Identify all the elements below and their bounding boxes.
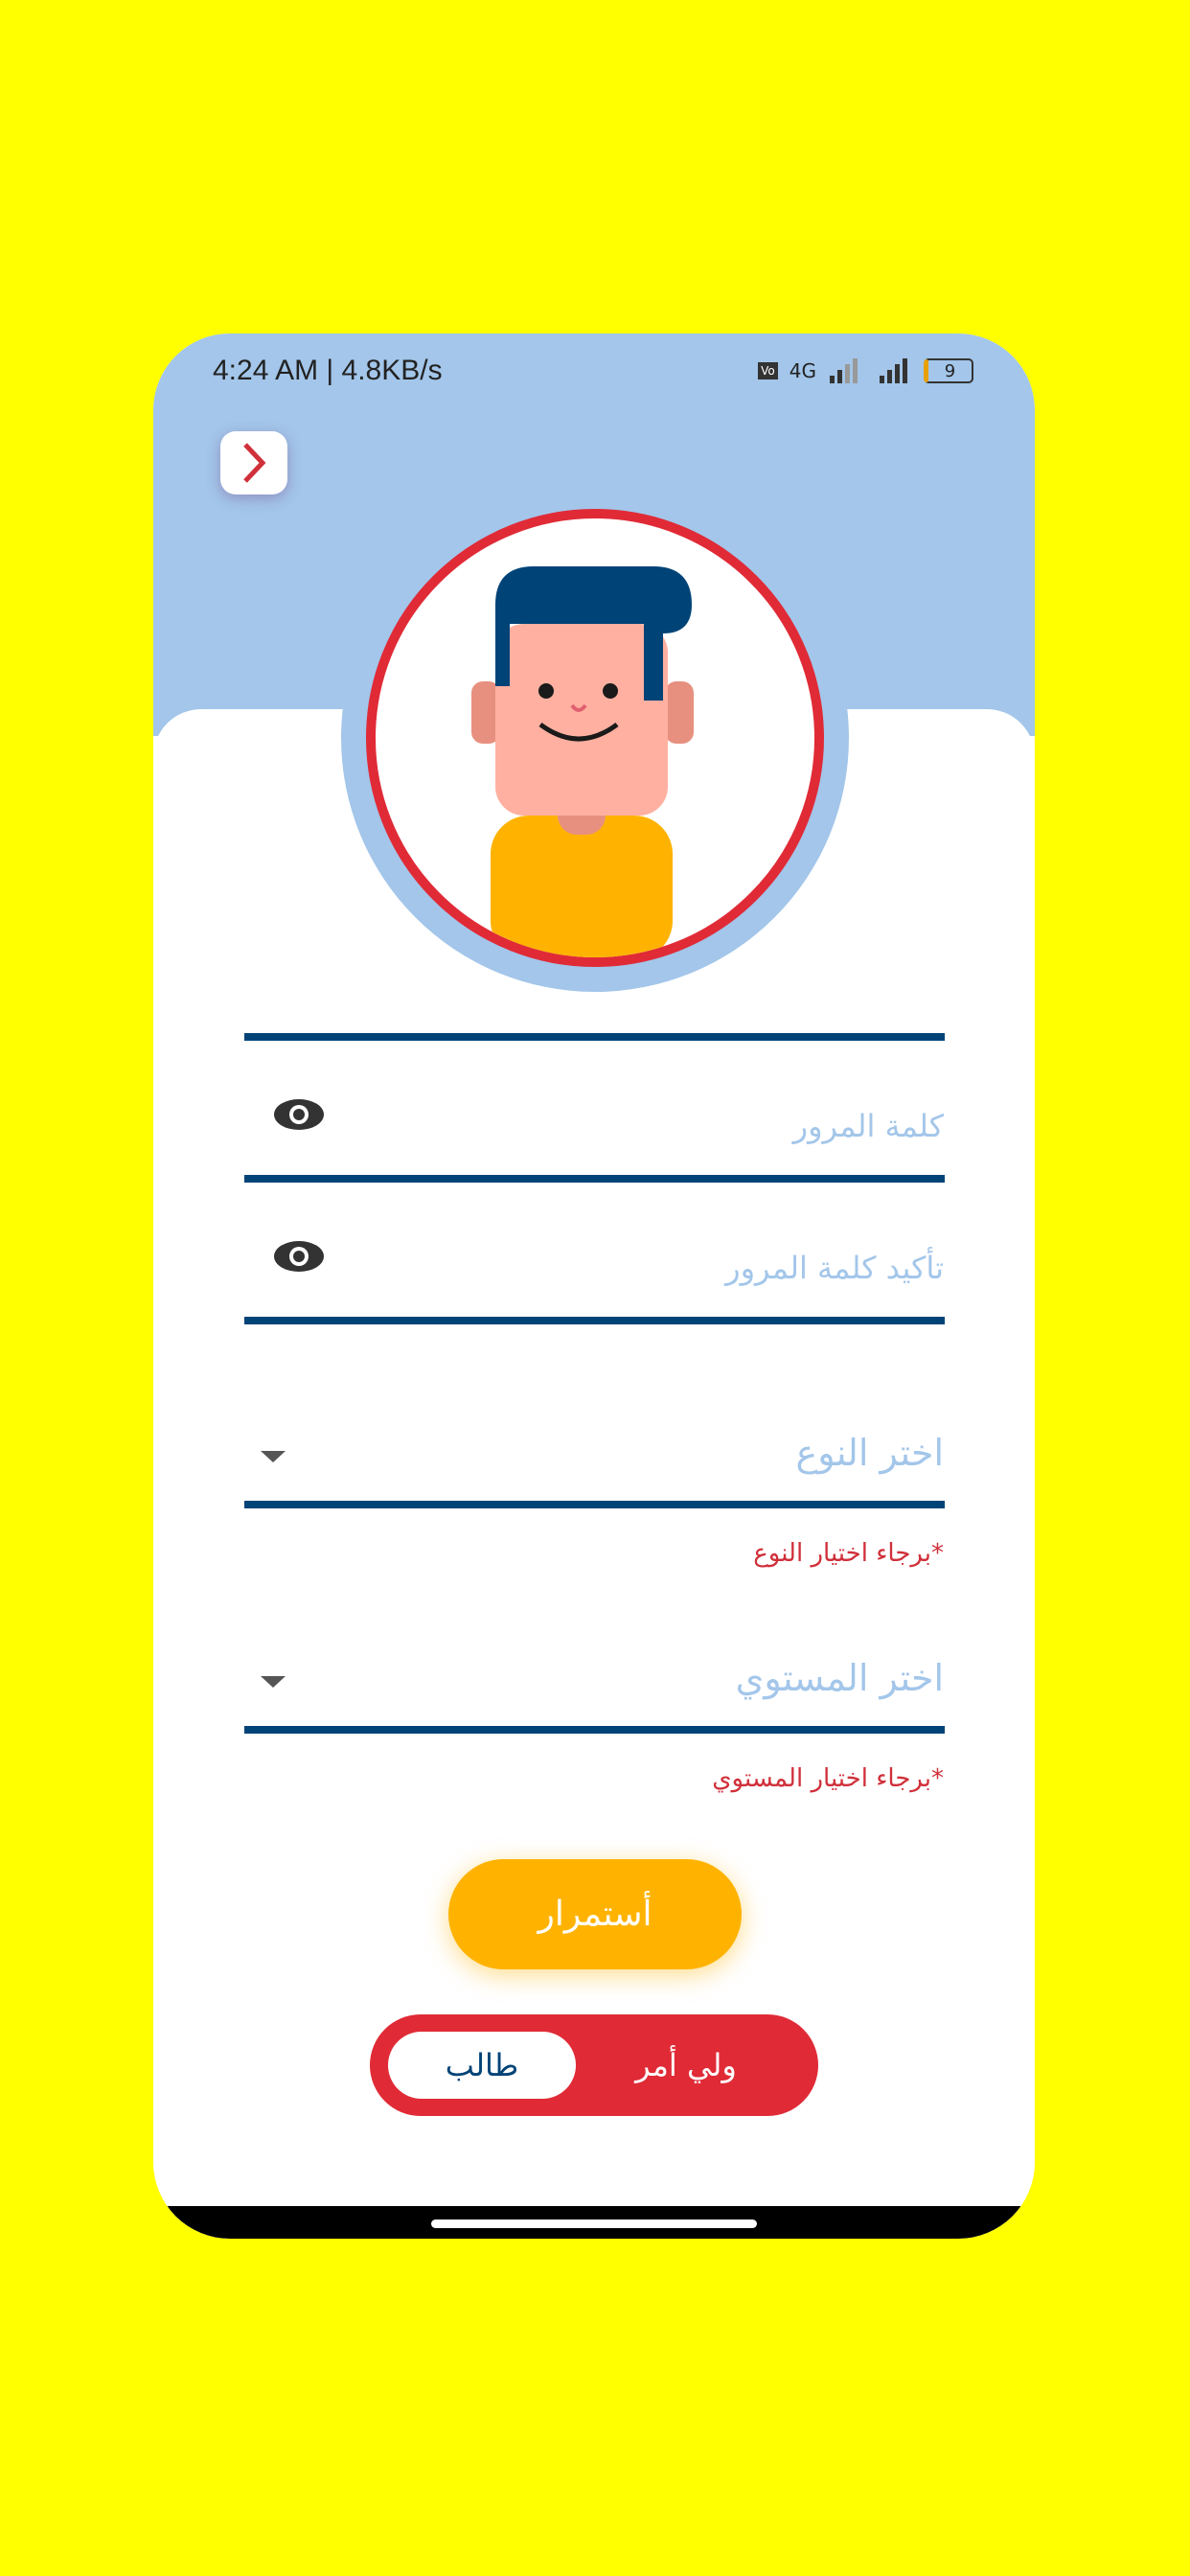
network-label: 4G — [789, 359, 816, 382]
caret-down-icon[interactable] — [261, 1451, 286, 1462]
navigation-bar — [153, 2206, 1035, 2239]
volte-icon: Vo — [758, 362, 778, 380]
role-option-parent[interactable]: ولي أمر — [592, 2032, 780, 2099]
eye-icon[interactable] — [273, 1239, 325, 1274]
avatar — [341, 484, 849, 992]
eye-icon[interactable] — [273, 1097, 325, 1132]
dropdown-underline — [244, 1726, 945, 1734]
boy-avatar-icon — [471, 566, 694, 957]
level-error: *برجاء اختيار المستوي — [712, 1764, 944, 1793]
type-dropdown[interactable]: اختر النوع — [796, 1432, 944, 1474]
back-button[interactable] — [220, 431, 287, 494]
signal-icon — [880, 358, 907, 383]
signal-icon — [830, 358, 858, 383]
phone-screen: 4:24 AM | 4.8KB/s Vo 4G 9 كلمة المرور تأ… — [153, 334, 1035, 2239]
status-icons: Vo 4G 9 — [758, 358, 973, 383]
field-underline — [244, 1175, 945, 1183]
caret-down-icon[interactable] — [261, 1676, 286, 1688]
battery-icon: 9 — [924, 358, 973, 383]
home-indicator[interactable] — [431, 2220, 757, 2228]
role-toggle[interactable]: طالب ولي أمر — [370, 2014, 818, 2116]
status-time: 4:24 AM | 4.8KB/s — [213, 355, 443, 386]
dropdown-underline — [244, 1501, 945, 1508]
role-option-student[interactable]: طالب — [388, 2032, 576, 2099]
continue-button[interactable]: أستمرار — [448, 1859, 742, 1969]
field-underline — [244, 1033, 945, 1041]
level-dropdown[interactable]: اختر المستوي — [736, 1657, 944, 1699]
type-error: *برجاء اختيار النوع — [753, 1539, 944, 1568]
field-underline — [244, 1317, 945, 1324]
chevron-right-icon — [243, 443, 266, 483]
password-input[interactable]: كلمة المرور — [793, 1108, 944, 1144]
confirm-password-input[interactable]: تأكيد كلمة المرور — [725, 1250, 944, 1286]
